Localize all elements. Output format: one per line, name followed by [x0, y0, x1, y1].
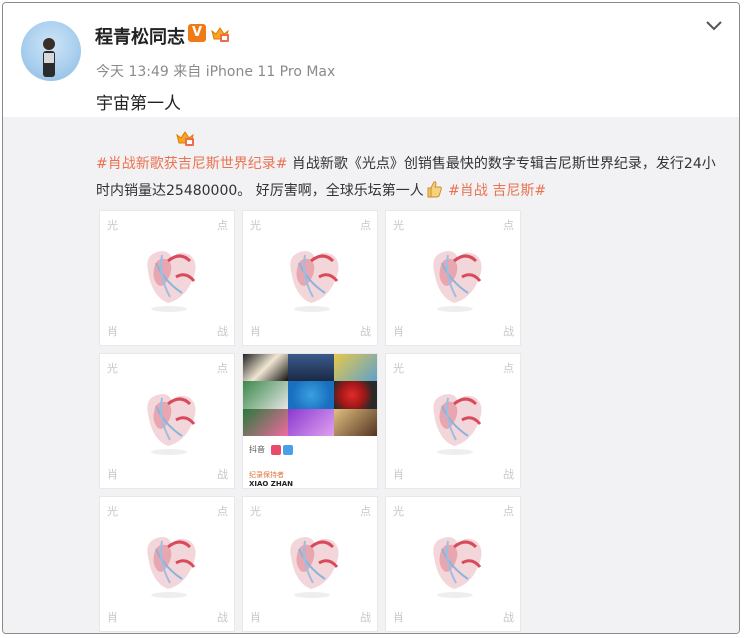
- weibo-logo-icon: [271, 444, 281, 455]
- tile-corner-text: 点: [217, 362, 228, 375]
- username[interactable]: 程青松同志: [95, 23, 185, 49]
- image-thumbnail[interactable]: 光 点 肖 战: [99, 210, 235, 346]
- heart-artwork-icon: [433, 537, 482, 598]
- tile-corner-text: 战: [503, 325, 514, 338]
- weibo-post-card: 程青松同志 V 今天 13:49 来自 iPhone 11 Pro Max 宇宙…: [2, 2, 740, 634]
- crown-icon: [176, 131, 194, 146]
- tile-corner-text: 战: [217, 611, 228, 624]
- collage-caption: 纪录保持者: [249, 471, 284, 479]
- heart-artwork-icon: [147, 537, 196, 598]
- heart-artwork-icon: [290, 537, 339, 598]
- collage-logos: 抖音: [249, 444, 293, 455]
- tile-corner-text: 光: [250, 505, 261, 518]
- hashtag-link[interactable]: #肖战 吉尼斯#: [448, 183, 546, 199]
- tile-corner-text: 战: [217, 468, 228, 481]
- tile-corner-text: 光: [393, 219, 404, 232]
- tile-corner-text: 光: [107, 362, 118, 375]
- avatar[interactable]: [21, 21, 81, 81]
- chevron-down-icon[interactable]: [705, 19, 723, 33]
- tile-corner-text: 光: [250, 219, 261, 232]
- post-header: 程青松同志 V 今天 13:49 来自 iPhone 11 Pro Max 宇宙…: [3, 3, 739, 117]
- heart-artwork-icon: [433, 251, 482, 312]
- repost-text: #肖战新歌获吉尼斯世界纪录# 肖战新歌《光点》创销售最快的数字专辑吉尼斯世界纪录…: [96, 151, 726, 205]
- tile-corner-text: 点: [503, 362, 514, 375]
- tile-corner-text: 光: [393, 362, 404, 375]
- tile-corner-text: 点: [503, 219, 514, 232]
- image-thumbnail-collage[interactable]: 抖音 纪录保持者 XIAO ZHAN: [242, 353, 378, 489]
- post-meta: 今天 13:49 来自 iPhone 11 Pro Max: [96, 61, 335, 81]
- tile-corner-text: 战: [360, 325, 371, 338]
- logo-text: 抖音: [249, 445, 265, 454]
- post-text: 宇宙第一人: [96, 94, 181, 114]
- tile-corner-text: 战: [503, 468, 514, 481]
- image-thumbnail[interactable]: 光 点 肖 战: [242, 210, 378, 346]
- tile-corner-text: 战: [217, 325, 228, 338]
- tile-corner-text: 光: [393, 505, 404, 518]
- heart-artwork-icon: [433, 394, 482, 455]
- tile-corner-text: 光: [107, 505, 118, 518]
- post-time[interactable]: 今天 13:49: [96, 64, 169, 80]
- tile-corner-text: 点: [217, 505, 228, 518]
- tile-corner-text: 肖: [250, 325, 261, 338]
- tile-corner-text: 肖: [393, 611, 404, 624]
- hashtag-link[interactable]: #肖战新歌获吉尼斯世界纪录#: [96, 156, 287, 172]
- crown-icon: [211, 27, 229, 42]
- tile-corner-text: 肖: [250, 611, 261, 624]
- thumbs-up-icon: [427, 181, 442, 198]
- image-thumbnail[interactable]: 光 点 肖 战: [385, 353, 521, 489]
- heart-artwork-icon: [147, 394, 196, 455]
- image-thumbnail[interactable]: 光 点 肖 战: [99, 353, 235, 489]
- tile-corner-text: 肖: [107, 325, 118, 338]
- heart-artwork-icon: [290, 251, 339, 312]
- tile-corner-text: 点: [360, 219, 371, 232]
- tile-corner-text: 肖: [107, 611, 118, 624]
- verified-badge: V: [188, 24, 206, 42]
- tile-corner-text: 战: [503, 611, 514, 624]
- post-source: 来自 iPhone 11 Pro Max: [173, 64, 336, 80]
- tile-corner-text: 肖: [393, 325, 404, 338]
- tile-corner-text: 战: [360, 611, 371, 624]
- tile-corner-text: 光: [107, 219, 118, 232]
- tile-corner-text: 点: [217, 219, 228, 232]
- image-grid: 光 点 肖 战 光 点 肖 战 光 点 肖 战 光 点 肖 战 抖音 纪录保持者…: [99, 210, 521, 632]
- image-thumbnail[interactable]: 光 点 肖 战: [242, 496, 378, 632]
- tile-corner-text: 肖: [107, 468, 118, 481]
- app-logo-icon: [283, 444, 293, 455]
- image-thumbnail[interactable]: 光 点 肖 战: [99, 496, 235, 632]
- image-thumbnail[interactable]: 光 点 肖 战: [385, 496, 521, 632]
- avatar-person-icon: [43, 38, 55, 77]
- tile-corner-text: 点: [360, 505, 371, 518]
- tile-corner-text: 点: [503, 505, 514, 518]
- collage-name: XIAO ZHAN: [249, 480, 294, 488]
- tile-corner-text: 肖: [393, 468, 404, 481]
- heart-artwork-icon: [147, 251, 196, 312]
- collage-photos: [243, 354, 377, 436]
- image-thumbnail[interactable]: 光 点 肖 战: [385, 210, 521, 346]
